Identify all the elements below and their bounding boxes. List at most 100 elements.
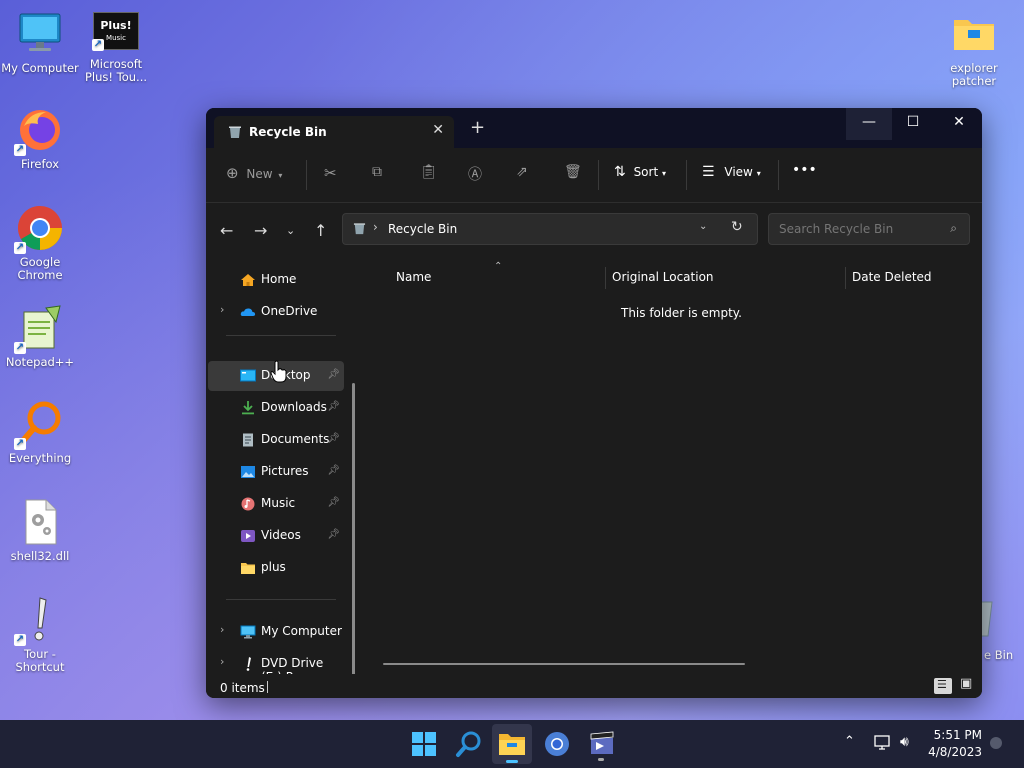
copy-icon: ⧉ <box>372 164 382 180</box>
column-header-date-deleted[interactable]: Date Deleted <box>852 270 932 284</box>
sidebar-item-music[interactable]: Music 📌︎ <box>208 489 344 519</box>
monitor-icon <box>240 625 256 639</box>
sidebar-item-my-computer[interactable]: › My Computer <box>208 617 344 647</box>
forward-button[interactable]: → <box>254 221 267 240</box>
details-view-button[interactable]: ☰ <box>934 678 952 694</box>
search-box[interactable]: ⌕ <box>768 213 970 245</box>
file-explorer-window[interactable]: Recycle Bin ✕ + — ☐ ✕ ⊕ New ▾ ✂ ⧉ 📋︎ Ⓐ ⇗… <box>206 108 982 698</box>
back-button[interactable]: ← <box>220 221 233 240</box>
sort-button[interactable]: ⇅ Sort ▾ <box>614 164 666 180</box>
column-divider[interactable] <box>845 267 846 289</box>
chevron-right-icon[interactable]: › <box>220 655 224 668</box>
show-hidden-icons-chevron-icon[interactable]: ⌃ <box>844 734 855 749</box>
column-header-original-location[interactable]: Original Location <box>612 270 714 284</box>
desktop-icon-microsoft-plus[interactable]: Plus! Music ↗ Microsoft Plus! Tou... <box>76 12 156 84</box>
sidebar-item-label: My Computer <box>261 624 342 638</box>
desktop-icon-firefox[interactable]: ↗ Firefox <box>0 106 80 171</box>
cut-button[interactable]: ✂ <box>324 164 337 182</box>
sidebar-item-plus[interactable]: plus <box>208 553 344 583</box>
desktop-icon-shell32-dll[interactable]: shell32.dll <box>0 498 80 563</box>
desktop-icon-everything[interactable]: ↗ Everything <box>0 400 80 465</box>
windows-logo-icon <box>412 732 436 756</box>
taskbar-chrome-button[interactable] <box>543 730 571 758</box>
chevron-right-icon[interactable]: › <box>220 623 224 636</box>
desktop-icon-label: explorer patcher <box>950 61 998 88</box>
search-input[interactable] <box>777 221 941 237</box>
sidebar-item-onedrive[interactable]: › OneDrive <box>208 297 344 327</box>
column-divider[interactable] <box>605 267 606 289</box>
chevron-down-icon: ▾ <box>756 169 761 178</box>
taskbar-file-explorer-button[interactable] <box>492 724 532 764</box>
volume-icon[interactable]: 🔊︎ <box>900 734 909 750</box>
item-count: 0 items <box>220 681 265 695</box>
recent-locations-button[interactable]: ⌄ <box>286 224 295 237</box>
rename-button[interactable]: Ⓐ <box>468 164 482 184</box>
maximize-button[interactable]: ☐ <box>890 108 936 140</box>
sidebar-item-label: OneDrive <box>261 304 318 318</box>
pin-icon: 📌︎ <box>327 369 340 380</box>
clock-time[interactable]: 5:51 PM <box>932 728 982 742</box>
desktop-icon-google-chrome[interactable]: ↗ Google Chrome <box>0 204 80 282</box>
arrow-right-icon: → <box>254 221 268 240</box>
new-tab-button[interactable]: + <box>470 119 485 137</box>
sidebar-item-label: Documents <box>261 432 330 446</box>
network-icon[interactable] <box>874 735 892 754</box>
pin-icon: 📌︎ <box>327 465 340 476</box>
up-button[interactable]: ↑ <box>314 221 327 240</box>
address-dropdown-icon[interactable]: ⌄ <box>699 221 707 232</box>
delete-button[interactable]: 🗑︎ <box>564 164 582 180</box>
sidebar-item-documents[interactable]: Documents 📌︎ <box>208 425 344 455</box>
title-bar[interactable]: Recycle Bin ✕ + — ☐ ✕ <box>206 108 982 148</box>
tab-recycle-bin[interactable]: Recycle Bin ✕ <box>214 116 454 148</box>
breadcrumb-recycle-bin[interactable]: Recycle Bin <box>388 222 457 236</box>
taskbar-search-button[interactable] <box>455 730 483 758</box>
empty-folder-message: This folder is empty. <box>621 306 742 320</box>
chrome-icon <box>545 732 569 756</box>
start-button[interactable] <box>410 730 438 758</box>
tiles-view-icon: ▣ <box>960 676 973 691</box>
video-icon <box>240 529 256 543</box>
notification-icon[interactable] <box>990 737 1002 749</box>
sidebar-item-downloads[interactable]: Downloads 📌︎ <box>208 393 344 423</box>
desktop-icon-tour-shortcut[interactable]: ↗ Tour - Shortcut <box>0 596 80 674</box>
shortcut-arrow-icon: ↗ <box>14 342 26 354</box>
view-button[interactable]: ☰ View ▾ <box>702 164 761 180</box>
close-tab-icon[interactable]: ✕ <box>432 122 444 138</box>
clipboard-icon: 📋︎ <box>420 164 438 180</box>
monitor-icon <box>16 10 64 58</box>
sidebar-item-label: Downloads <box>261 400 327 414</box>
minimize-button[interactable]: — <box>846 108 892 140</box>
sidebar-item-home[interactable]: Home <box>208 265 344 295</box>
sort-icon: ⇅ <box>614 164 626 180</box>
clock-date[interactable]: 4/8/2023 <box>926 745 982 759</box>
recycle-bin-icon <box>353 222 366 238</box>
see-more-button[interactable]: ••• <box>792 162 817 178</box>
refresh-icon[interactable]: ↻ <box>731 219 743 235</box>
column-header-name[interactable]: Name <box>396 270 431 284</box>
rename-icon: Ⓐ <box>468 167 482 183</box>
film-clapper-icon <box>590 731 614 754</box>
tiles-view-button[interactable]: ▣ <box>958 676 976 694</box>
chevron-right-icon[interactable]: › <box>220 303 224 316</box>
share-button[interactable]: ⇗ <box>516 164 528 180</box>
cloud-icon <box>240 305 256 319</box>
shortcut-arrow-icon: ↗ <box>14 634 26 646</box>
desktop-icon-explorer-patcher[interactable]: explorer patcher <box>934 10 1014 88</box>
taskbar-media-button[interactable] <box>588 730 616 761</box>
sidebar-item-pictures[interactable]: Pictures 📌︎ <box>208 457 344 487</box>
folder-icon <box>950 10 998 58</box>
new-button[interactable]: ⊕ New ▾ <box>226 164 282 182</box>
copy-button[interactable]: ⧉ <box>372 164 382 180</box>
sidebar-item-videos[interactable]: Videos 📌︎ <box>208 521 344 551</box>
sidebar-scrollbar[interactable] <box>352 383 355 698</box>
paste-button[interactable]: 📋︎ <box>420 164 438 180</box>
desktop-icon-my-computer[interactable]: My Computer <box>0 10 80 75</box>
address-bar[interactable]: › Recycle Bin ⌄ ↻ <box>342 213 758 245</box>
view-icon: ☰ <box>702 164 715 180</box>
desktop-icon-notepad-plus-plus[interactable]: ↗ Notepad++ <box>0 304 80 369</box>
horizontal-scrollbar[interactable] <box>383 663 745 665</box>
search-icon: ⌕ <box>950 221 957 235</box>
shortcut-arrow-icon: ↗ <box>14 438 26 450</box>
close-window-button[interactable]: ✕ <box>936 108 982 140</box>
sidebar-item-label: Videos <box>261 528 301 542</box>
